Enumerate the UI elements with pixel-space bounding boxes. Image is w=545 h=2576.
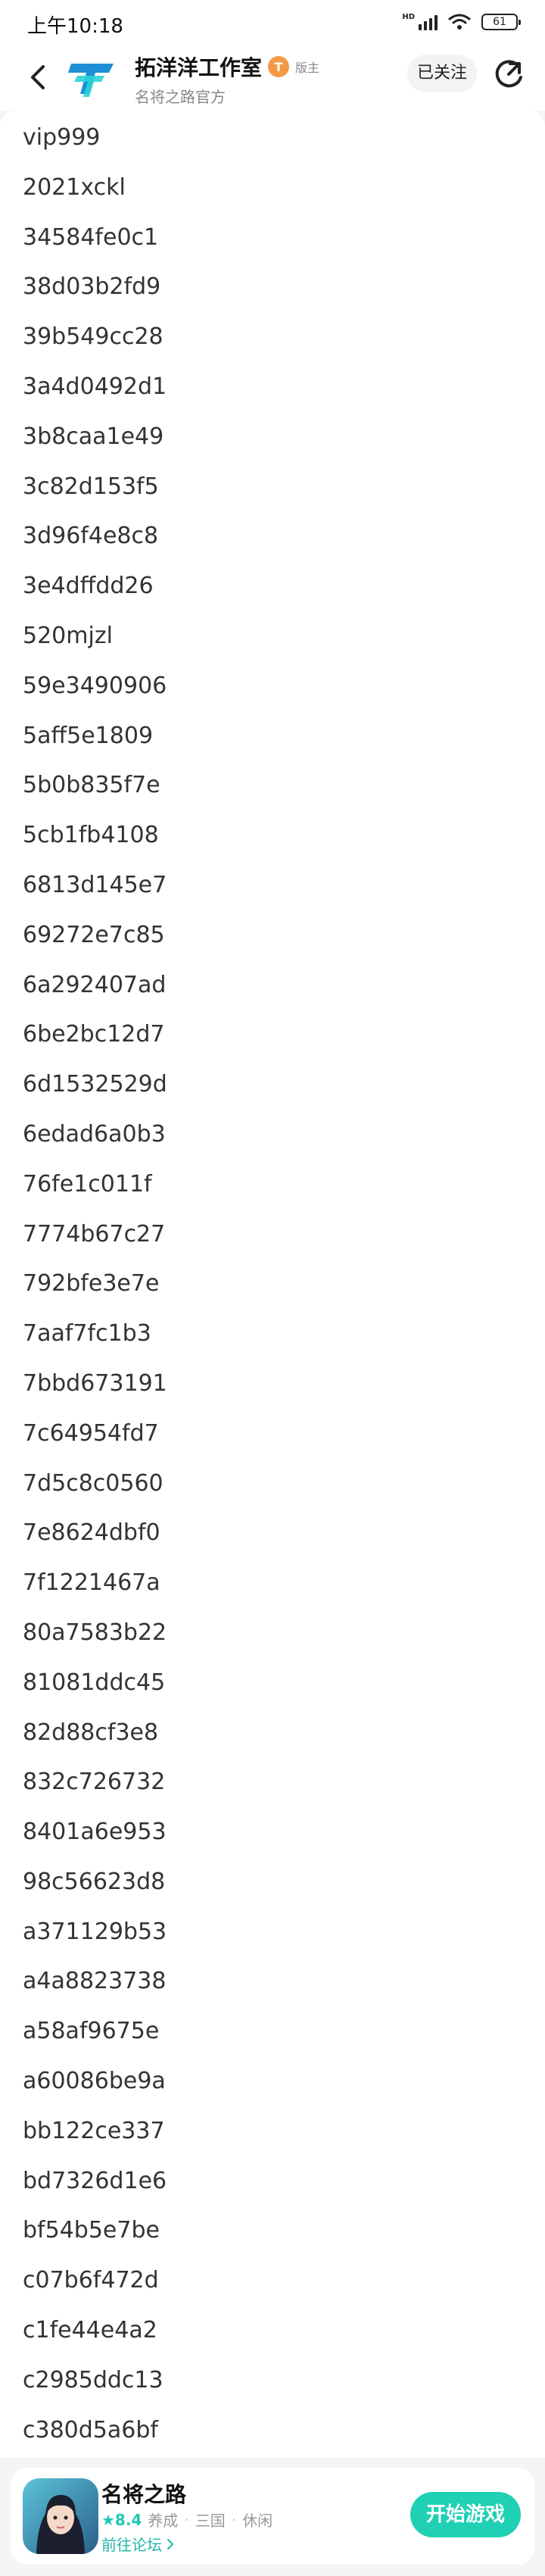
code-item: 6813d145e7 [23, 871, 167, 898]
status-time: 上午10:18 [27, 15, 123, 38]
title-block: 拓洋洋工作室 T 版主 名将之路官方 [135, 52, 319, 107]
code-item: 6d1532529d [23, 1071, 167, 1098]
code-item: 832c726732 [23, 1769, 166, 1796]
studio-logo [68, 64, 114, 97]
code-item: 82d88cf3e8 [23, 1719, 159, 1746]
code-item: 6a292407ad [23, 971, 167, 998]
code-item: 8401a6e953 [23, 1819, 167, 1846]
code-item: 98c56623d8 [23, 1868, 166, 1895]
code-item: 520mjzl [23, 622, 113, 649]
code-item: 59e3490906 [23, 672, 167, 699]
tag-separator: · [231, 2510, 237, 2529]
follow-button[interactable]: 已关注 [407, 55, 477, 92]
code-item: c07b6f472d [23, 2267, 159, 2294]
owner-badge-icon: T [268, 56, 290, 77]
code-item: 76fe1c011f [23, 1170, 152, 1197]
studio-name[interactable]: 拓洋洋工作室 [135, 52, 262, 82]
code-item: 7f1221467a [23, 1569, 160, 1597]
code-item: 69272e7c85 [23, 921, 165, 948]
code-item: 80a7583b22 [23, 1619, 167, 1646]
code-item: 6be2bc12d7 [23, 1021, 165, 1048]
game-tag: 养成 [148, 2512, 179, 2530]
forum-link[interactable]: 前往论坛 [101, 2533, 174, 2555]
code-item: 5aff5e1809 [23, 722, 154, 749]
code-item: 81081ddc45 [23, 1669, 166, 1696]
code-list: vip999 2021xckl 34584fe0c1 38d03b2fd9 39b549… [0, 111, 545, 2457]
code-item: 3b8caa1e49 [23, 423, 164, 450]
signal-icon: HD [402, 14, 438, 30]
chevron-right-icon [167, 2538, 173, 2549]
game-tag: 休闲 [242, 2512, 273, 2530]
game-rating: ★8.4 [101, 2510, 142, 2529]
start-game-button[interactable]: 开始游戏 [410, 2492, 521, 2537]
tag-separator: · [184, 2510, 189, 2529]
code-item: 39b549cc28 [23, 323, 164, 351]
chevron-left-icon [31, 65, 45, 89]
code-item: a58af9675e [23, 2018, 160, 2045]
code-item: 2021xckl [23, 173, 126, 201]
code-item: bd7326d1e6 [23, 2167, 167, 2194]
game-name: 名将之路 [101, 2482, 187, 2507]
game-meta: ★8.4 养成 · 三国 · 休闲 [101, 2509, 272, 2531]
code-item: 3e4dffdd26 [23, 573, 154, 600]
code-item: 7aaf7fc1b3 [23, 1320, 151, 1347]
code-item: bb122ce337 [23, 2117, 165, 2144]
code-item: 3d96f4e8c8 [23, 523, 159, 550]
code-item: 34584fe0c1 [23, 223, 159, 251]
code-item: 38d03b2fd9 [23, 273, 161, 301]
code-item: bf54b5e7be [23, 2217, 160, 2244]
code-item: 7c64954fd7 [23, 1419, 159, 1447]
code-item: 3a4d0492d1 [23, 373, 167, 400]
owner-label: 版主 [295, 61, 320, 75]
code-item: a371129b53 [23, 1918, 167, 1945]
game-tag: 三国 [195, 2512, 226, 2530]
code-item: c380d5a6bf [23, 2416, 158, 2443]
wifi-icon [448, 14, 471, 30]
studio-subtitle: 名将之路官方 [135, 88, 226, 106]
status-icons: HD 61 [402, 14, 521, 30]
game-card[interactable]: 名将之路 ★8.4 养成 · 三国 · 休闲 前往论坛 开始游戏 [11, 2468, 534, 2565]
code-item: 7d5c8c0560 [23, 1469, 164, 1497]
forum-link-label: 前往论坛 [101, 2536, 162, 2554]
code-item: 5cb1fb4108 [23, 822, 159, 849]
code-item: vip999 [23, 124, 101, 151]
code-item: a4a8823738 [23, 1968, 167, 1995]
battery-icon: 61 [481, 14, 521, 30]
back-button[interactable] [23, 62, 53, 92]
share-icon[interactable] [492, 58, 525, 91]
game-icon [23, 2478, 98, 2554]
code-item: 7e8624dbf0 [23, 1519, 160, 1547]
code-item: c1fe44e4a2 [23, 2317, 157, 2344]
code-item: a60086be9a [23, 2068, 166, 2095]
header: 拓洋洋工作室 T 版主 名将之路官方 已关注 [0, 48, 545, 111]
code-item: 5b0b835f7e [23, 772, 160, 799]
code-item: c2985ddc13 [23, 2366, 164, 2393]
code-item: 792bfe3e7e [23, 1270, 160, 1297]
code-item: 7bbd673191 [23, 1369, 167, 1397]
post-content: vip999 2021xckl 34584fe0c1 38d03b2fd9 39b549… [0, 111, 545, 2458]
code-item: 7774b67c27 [23, 1220, 166, 1247]
code-item: 3c82d153f5 [23, 473, 159, 500]
status-bar: 上午10:18 HD 61 [0, 0, 545, 48]
code-item: 6edad6a0b3 [23, 1120, 166, 1147]
